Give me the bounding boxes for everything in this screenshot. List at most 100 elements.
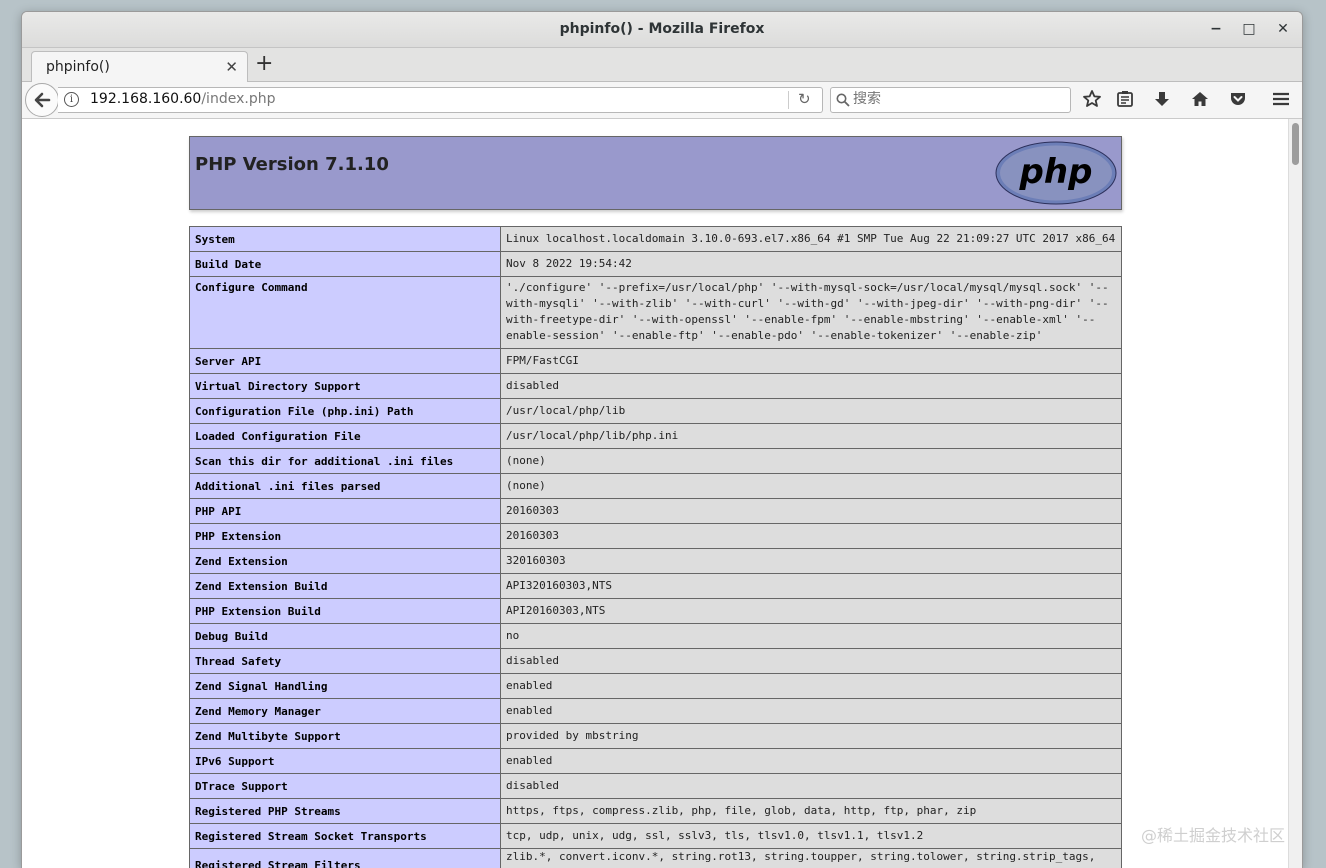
table-row: PHP Extension20160303 (190, 524, 1122, 549)
table-row: Scan this dir for additional .ini files(… (190, 449, 1122, 474)
table-row: Zend Extension320160303 (190, 549, 1122, 574)
url-bar[interactable]: i 192.168.160.60/index.php ↻ (58, 87, 823, 113)
row-value: Nov 8 2022 19:54:42 (501, 252, 1122, 277)
row-value: disabled (501, 649, 1122, 674)
menu-icon[interactable] (1270, 89, 1292, 109)
table-row: Thread Safetydisabled (190, 649, 1122, 674)
search-bar[interactable] (830, 87, 1071, 113)
row-key: Configure Command (190, 277, 501, 349)
table-row: Virtual Directory Supportdisabled (190, 374, 1122, 399)
browser-window: phpinfo() - Mozilla Firefox − □ ✕ phpinf… (21, 11, 1303, 868)
minimize-button[interactable]: − (1205, 19, 1227, 39)
url-host: 192.168.160.60 (90, 91, 201, 107)
row-key: Registered Stream Socket Transports (190, 824, 501, 849)
scrollbar-thumb[interactable] (1292, 123, 1299, 165)
table-row: DTrace Supportdisabled (190, 774, 1122, 799)
close-tab-icon[interactable]: ✕ (225, 58, 238, 76)
title-bar[interactable]: phpinfo() - Mozilla Firefox − □ ✕ (22, 12, 1302, 48)
pocket-icon[interactable] (1227, 89, 1249, 109)
table-row: Configuration File (php.ini) Path/usr/lo… (190, 399, 1122, 424)
row-key: Additional .ini files parsed (190, 474, 501, 499)
row-key: Zend Memory Manager (190, 699, 501, 724)
row-value: enabled (501, 749, 1122, 774)
table-row: Server APIFPM/FastCGI (190, 349, 1122, 374)
row-value: './configure' '--prefix=/usr/local/php' … (501, 277, 1122, 349)
window-title: phpinfo() - Mozilla Firefox (22, 21, 1302, 37)
row-key: Scan this dir for additional .ini files (190, 449, 501, 474)
table-row: Debug Buildno (190, 624, 1122, 649)
row-key: PHP API (190, 499, 501, 524)
row-value: Linux localhost.localdomain 3.10.0-693.e… (501, 227, 1122, 252)
home-icon[interactable] (1189, 89, 1211, 109)
row-value: /usr/local/php/lib (501, 399, 1122, 424)
url-bar-divider (788, 91, 789, 109)
row-key: DTrace Support (190, 774, 501, 799)
row-key: PHP Extension Build (190, 599, 501, 624)
row-key: Debug Build (190, 624, 501, 649)
back-arrow-icon (33, 91, 51, 109)
row-key: Build Date (190, 252, 501, 277)
table-row: Registered PHP Streamshttps, ftps, compr… (190, 799, 1122, 824)
php-info-table: SystemLinux localhost.localdomain 3.10.0… (189, 226, 1122, 868)
tab-label: phpinfo() (46, 59, 110, 75)
navigation-toolbar: i 192.168.160.60/index.php ↻ (22, 82, 1302, 119)
bookmark-star-icon[interactable] (1081, 89, 1103, 109)
table-row: Registered Stream Socket Transportstcp, … (190, 824, 1122, 849)
row-value: 20160303 (501, 524, 1122, 549)
row-value: zlib.*, convert.iconv.*, string.rot13, s… (501, 849, 1122, 868)
row-key: System (190, 227, 501, 252)
site-info-icon[interactable]: i (64, 92, 79, 107)
table-row: Zend Extension BuildAPI320160303,NTS (190, 574, 1122, 599)
download-icon[interactable] (1151, 89, 1173, 109)
back-button[interactable] (25, 83, 59, 117)
maximize-button[interactable]: □ (1238, 19, 1260, 39)
row-key: Zend Signal Handling (190, 674, 501, 699)
vertical-scrollbar[interactable] (1288, 119, 1303, 868)
row-value: FPM/FastCGI (501, 349, 1122, 374)
row-value: disabled (501, 774, 1122, 799)
new-tab-button[interactable]: + (255, 51, 273, 76)
tab-phpinfo[interactable]: phpinfo() ✕ (31, 51, 248, 83)
table-row: Loaded Configuration File/usr/local/php/… (190, 424, 1122, 449)
row-value: (none) (501, 474, 1122, 499)
search-input[interactable] (853, 91, 1063, 107)
row-key: Zend Extension (190, 549, 501, 574)
table-row: PHP Extension BuildAPI20160303,NTS (190, 599, 1122, 624)
row-value: 20160303 (501, 499, 1122, 524)
row-key: Thread Safety (190, 649, 501, 674)
table-row: Additional .ini files parsed(none) (190, 474, 1122, 499)
row-value: (none) (501, 449, 1122, 474)
reading-list-icon[interactable] (1114, 89, 1136, 109)
php-logo-text: php (1019, 152, 1093, 192)
search-icon (836, 93, 850, 107)
table-row: Zend Memory Managerenabled (190, 699, 1122, 724)
row-key: Server API (190, 349, 501, 374)
row-key: PHP Extension (190, 524, 501, 549)
row-key: Zend Extension Build (190, 574, 501, 599)
tab-bar: phpinfo() ✕ + (22, 48, 1302, 82)
reload-icon[interactable]: ↻ (798, 90, 811, 108)
url-text[interactable]: 192.168.160.60/index.php (90, 91, 275, 107)
php-version-title: PHP Version 7.1.10 (195, 154, 389, 175)
close-window-button[interactable]: ✕ (1272, 19, 1294, 39)
table-row: Build DateNov 8 2022 19:54:42 (190, 252, 1122, 277)
row-key: IPv6 Support (190, 749, 501, 774)
table-row: SystemLinux localhost.localdomain 3.10.0… (190, 227, 1122, 252)
row-key: Loaded Configuration File (190, 424, 501, 449)
page-content[interactable]: PHP Version 7.1.10 php SystemLinux local… (22, 119, 1288, 868)
row-key: Registered PHP Streams (190, 799, 501, 824)
row-value: enabled (501, 699, 1122, 724)
row-key: Zend Multibyte Support (190, 724, 501, 749)
row-value: 320160303 (501, 549, 1122, 574)
row-value: enabled (501, 674, 1122, 699)
row-value: API20160303,NTS (501, 599, 1122, 624)
url-path: /index.php (201, 91, 275, 107)
row-key: Virtual Directory Support (190, 374, 501, 399)
table-row: Zend Multibyte Supportprovided by mbstri… (190, 724, 1122, 749)
row-value: /usr/local/php/lib/php.ini (501, 424, 1122, 449)
row-key: Configuration File (php.ini) Path (190, 399, 501, 424)
table-row: Configure Command'./configure' '--prefix… (190, 277, 1122, 349)
watermark: @稀土掘金技术社区 (1141, 822, 1285, 846)
row-value: no (501, 624, 1122, 649)
row-value: provided by mbstring (501, 724, 1122, 749)
